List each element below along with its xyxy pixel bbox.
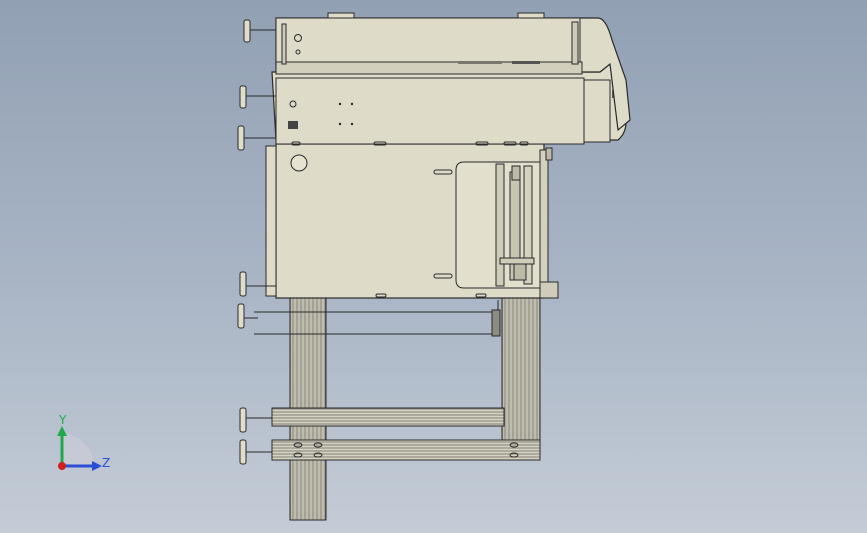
cad-graphics-area[interactable]: Y Z	[0, 0, 867, 533]
middle-control-box	[271, 63, 627, 146]
machine-side-view-model[interactable]	[0, 0, 867, 533]
axis-triad	[57, 426, 102, 471]
z-axis-label: Z	[102, 456, 111, 470]
y-axis-label: Y	[59, 413, 67, 427]
